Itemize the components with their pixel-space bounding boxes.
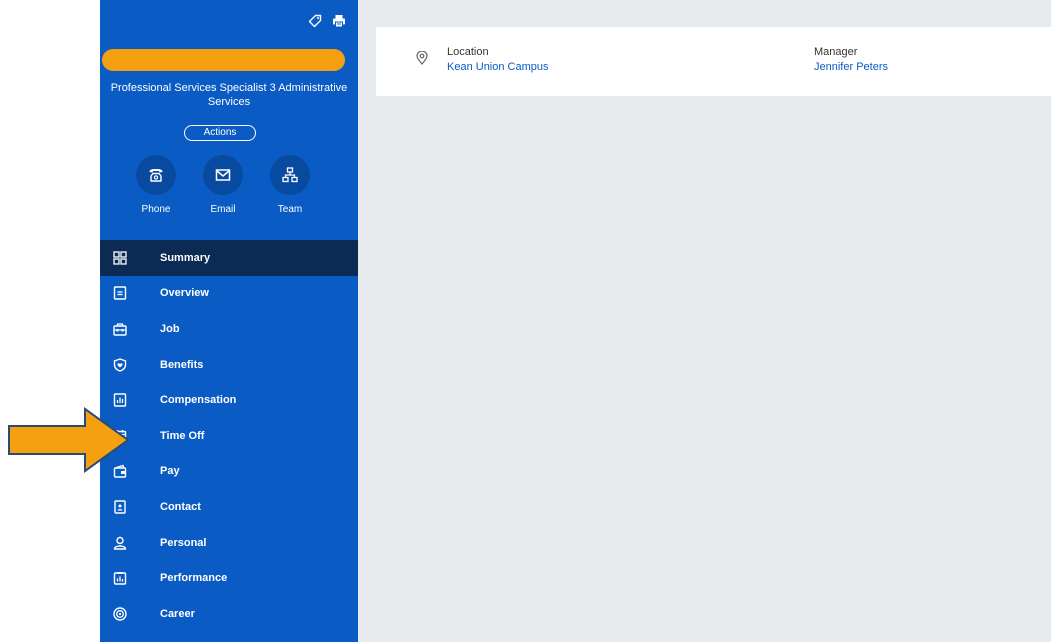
job-icon [112, 321, 128, 337]
manager-label: Manager [814, 46, 858, 58]
nav-label-pay: Pay [160, 465, 180, 478]
email-icon[interactable] [203, 155, 243, 195]
contact-actions: Phone Email Team [136, 155, 310, 215]
nav-label-career: Career [160, 607, 195, 620]
performance-icon [112, 570, 128, 586]
benefits-icon [112, 357, 128, 373]
main-content: Location Kean Union Campus Manager Jenni… [358, 0, 1051, 642]
nav-item-pay[interactable]: Pay [100, 454, 358, 490]
location-label: Location [447, 46, 489, 58]
career-icon [112, 606, 128, 622]
pointer-arrow-icon [8, 407, 130, 473]
team-icon[interactable] [270, 155, 310, 195]
email-label: Email [210, 204, 236, 215]
nav-item-career[interactable]: Career [100, 596, 358, 632]
manager-link[interactable]: Jennifer Peters [814, 61, 888, 73]
nav-item-compensation[interactable]: Compensation [100, 382, 358, 418]
print-icon[interactable] [332, 14, 346, 28]
nav-item-contact[interactable]: Contact [100, 489, 358, 525]
nav-item-benefits[interactable]: Benefits [100, 347, 358, 383]
nav-label-overview: Overview [160, 287, 209, 300]
email-action[interactable]: Email [203, 155, 243, 215]
tag-icon[interactable] [308, 14, 322, 28]
job-title: Professional Services Specialist 3 Admin… [110, 82, 348, 108]
nav-item-job[interactable]: Job [100, 311, 358, 347]
nav-item-summary[interactable]: Summary [100, 240, 358, 276]
sidebar: Professional Services Specialist 3 Admin… [100, 0, 358, 642]
overview-icon [112, 285, 128, 301]
team-label: Team [277, 204, 303, 215]
summary-icon [112, 250, 128, 266]
nav-item-performance[interactable]: Performance [100, 560, 358, 596]
nav-label-contact: Contact [160, 500, 201, 513]
nav-label-job: Job [160, 322, 180, 335]
contact-icon [112, 499, 128, 515]
nav-label-time-off: Time Off [160, 429, 205, 442]
personal-icon [112, 535, 128, 551]
nav-item-overview[interactable]: Overview [100, 276, 358, 312]
profile-name-redacted [102, 49, 345, 71]
location-link[interactable]: Kean Union Campus [447, 61, 549, 73]
nav-item-time-off[interactable]: Time Off [100, 418, 358, 454]
team-action[interactable]: Team [270, 155, 310, 215]
summary-card: Location Kean Union Campus Manager Jenni… [376, 27, 1051, 96]
sidebar-toolbar [308, 14, 346, 28]
actions-button[interactable]: Actions [184, 125, 256, 141]
nav-label-compensation: Compensation [160, 394, 237, 407]
phone-label: Phone [141, 204, 171, 215]
sidebar-nav: Summary Overview Job Benefits Compensati… [100, 240, 358, 632]
nav-item-personal[interactable]: Personal [100, 525, 358, 561]
nav-label-performance: Performance [160, 572, 228, 585]
nav-label-summary: Summary [160, 251, 211, 264]
phone-action[interactable]: Phone [136, 155, 176, 215]
nav-label-benefits: Benefits [160, 358, 204, 371]
location-pin-icon [416, 50, 428, 70]
phone-icon[interactable] [136, 155, 176, 195]
nav-label-personal: Personal [160, 536, 207, 549]
